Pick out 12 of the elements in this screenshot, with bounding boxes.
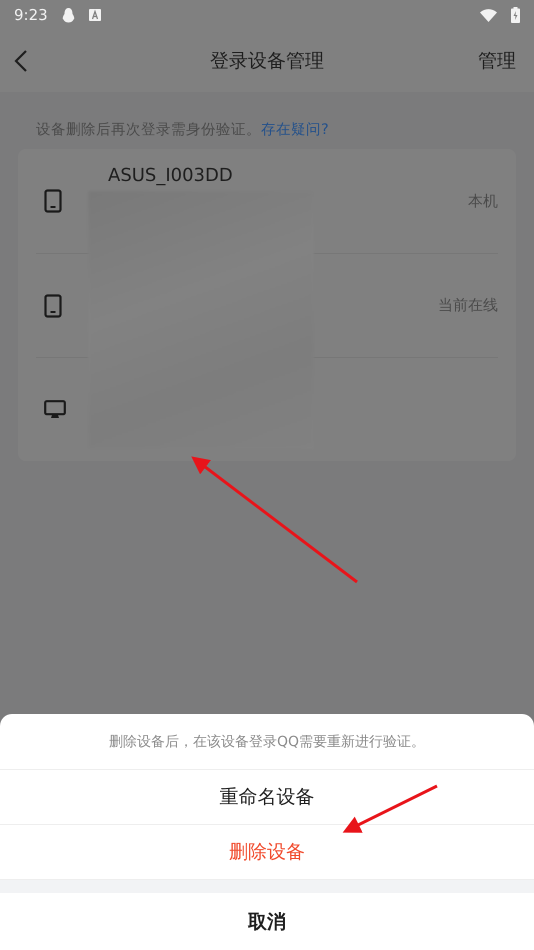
battery-icon	[511, 7, 520, 23]
monitor-icon	[44, 400, 66, 420]
manage-link[interactable]: 管理	[478, 48, 516, 74]
keyboard-icon	[88, 9, 101, 21]
phone-icon	[44, 189, 62, 213]
penguin-icon	[62, 8, 75, 22]
status-time: 9:23	[14, 6, 48, 24]
page-title: 登录设备管理	[210, 49, 324, 74]
wifi-icon	[480, 8, 497, 22]
device-name: ASUS_I003DD	[108, 165, 233, 187]
phone-icon	[44, 294, 62, 318]
back-icon[interactable]	[14, 49, 28, 73]
